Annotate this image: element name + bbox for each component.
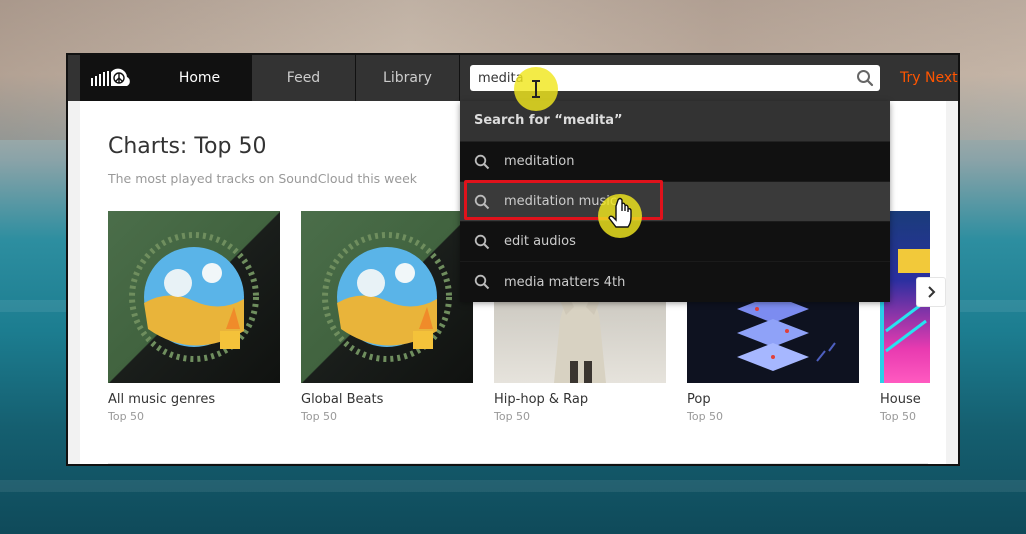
content-left-gutter xyxy=(68,101,80,464)
chart-card-artwork[interactable] xyxy=(108,211,280,383)
suggestion-label: media matters 4th xyxy=(504,274,626,290)
hand-pointer-icon xyxy=(608,197,632,228)
content-right-gutter xyxy=(946,101,958,464)
search-icon xyxy=(474,234,490,249)
chart-card-global-beats[interactable]: Global Beats Top 50 xyxy=(301,211,473,423)
chart-card-subtitle: Top 50 xyxy=(301,410,338,423)
top-header: Home Feed Library Try Next P xyxy=(68,55,958,101)
chart-card-title[interactable]: Hip-hop & Rap xyxy=(494,392,666,407)
chart-card-title[interactable]: All music genres xyxy=(108,392,280,407)
browser-window: Home Feed Library Try Next P Charts: Top… xyxy=(66,53,960,466)
background-wave xyxy=(0,480,1026,492)
chevron-right-icon xyxy=(928,286,936,298)
nav-library[interactable]: Library xyxy=(356,55,460,101)
chart-card-subtitle: Top 50 xyxy=(687,410,724,423)
suggestion-item[interactable]: meditation xyxy=(460,142,890,182)
suggestion-label: edit audios xyxy=(504,234,576,249)
page-title: Charts: Top 50 xyxy=(108,134,267,159)
chart-card-artwork[interactable] xyxy=(301,211,473,383)
suggestion-item[interactable]: media matters 4th xyxy=(460,262,890,302)
try-next-link[interactable]: Try Next P xyxy=(900,55,958,101)
nav-home[interactable]: Home xyxy=(148,55,252,101)
chart-card-subtitle: Top 50 xyxy=(108,410,145,423)
suggestion-label: meditation xyxy=(504,154,575,169)
pointer-cursor-highlight xyxy=(598,194,642,238)
search-button[interactable] xyxy=(856,69,874,87)
page-subtitle: The most played tracks on SoundCloud thi… xyxy=(108,171,418,186)
search-icon xyxy=(474,154,490,169)
chart-card-title[interactable]: Pop xyxy=(687,392,859,407)
search-icon xyxy=(857,70,874,87)
search-icon xyxy=(474,274,490,290)
soundcloud-logo[interactable] xyxy=(80,55,148,101)
text-cursor-highlight xyxy=(514,67,558,111)
chart-card-title[interactable]: Global Beats xyxy=(301,392,473,407)
chart-card-subtitle: Top 50 xyxy=(880,410,917,423)
soundcloud-logo-icon xyxy=(91,68,130,86)
suggestion-item[interactable]: edit audios xyxy=(460,222,890,262)
chart-card-title[interactable]: House xyxy=(880,392,930,407)
chart-card-all-music[interactable]: All music genres Top 50 xyxy=(108,211,280,423)
nav-feed[interactable]: Feed xyxy=(252,55,356,101)
section-divider xyxy=(108,463,928,464)
carousel-next-button[interactable] xyxy=(916,277,946,307)
artwork-illustration xyxy=(129,232,259,362)
text-cursor-icon xyxy=(532,80,540,98)
artwork-illustration xyxy=(322,232,452,362)
chart-card-subtitle: Top 50 xyxy=(494,410,531,423)
